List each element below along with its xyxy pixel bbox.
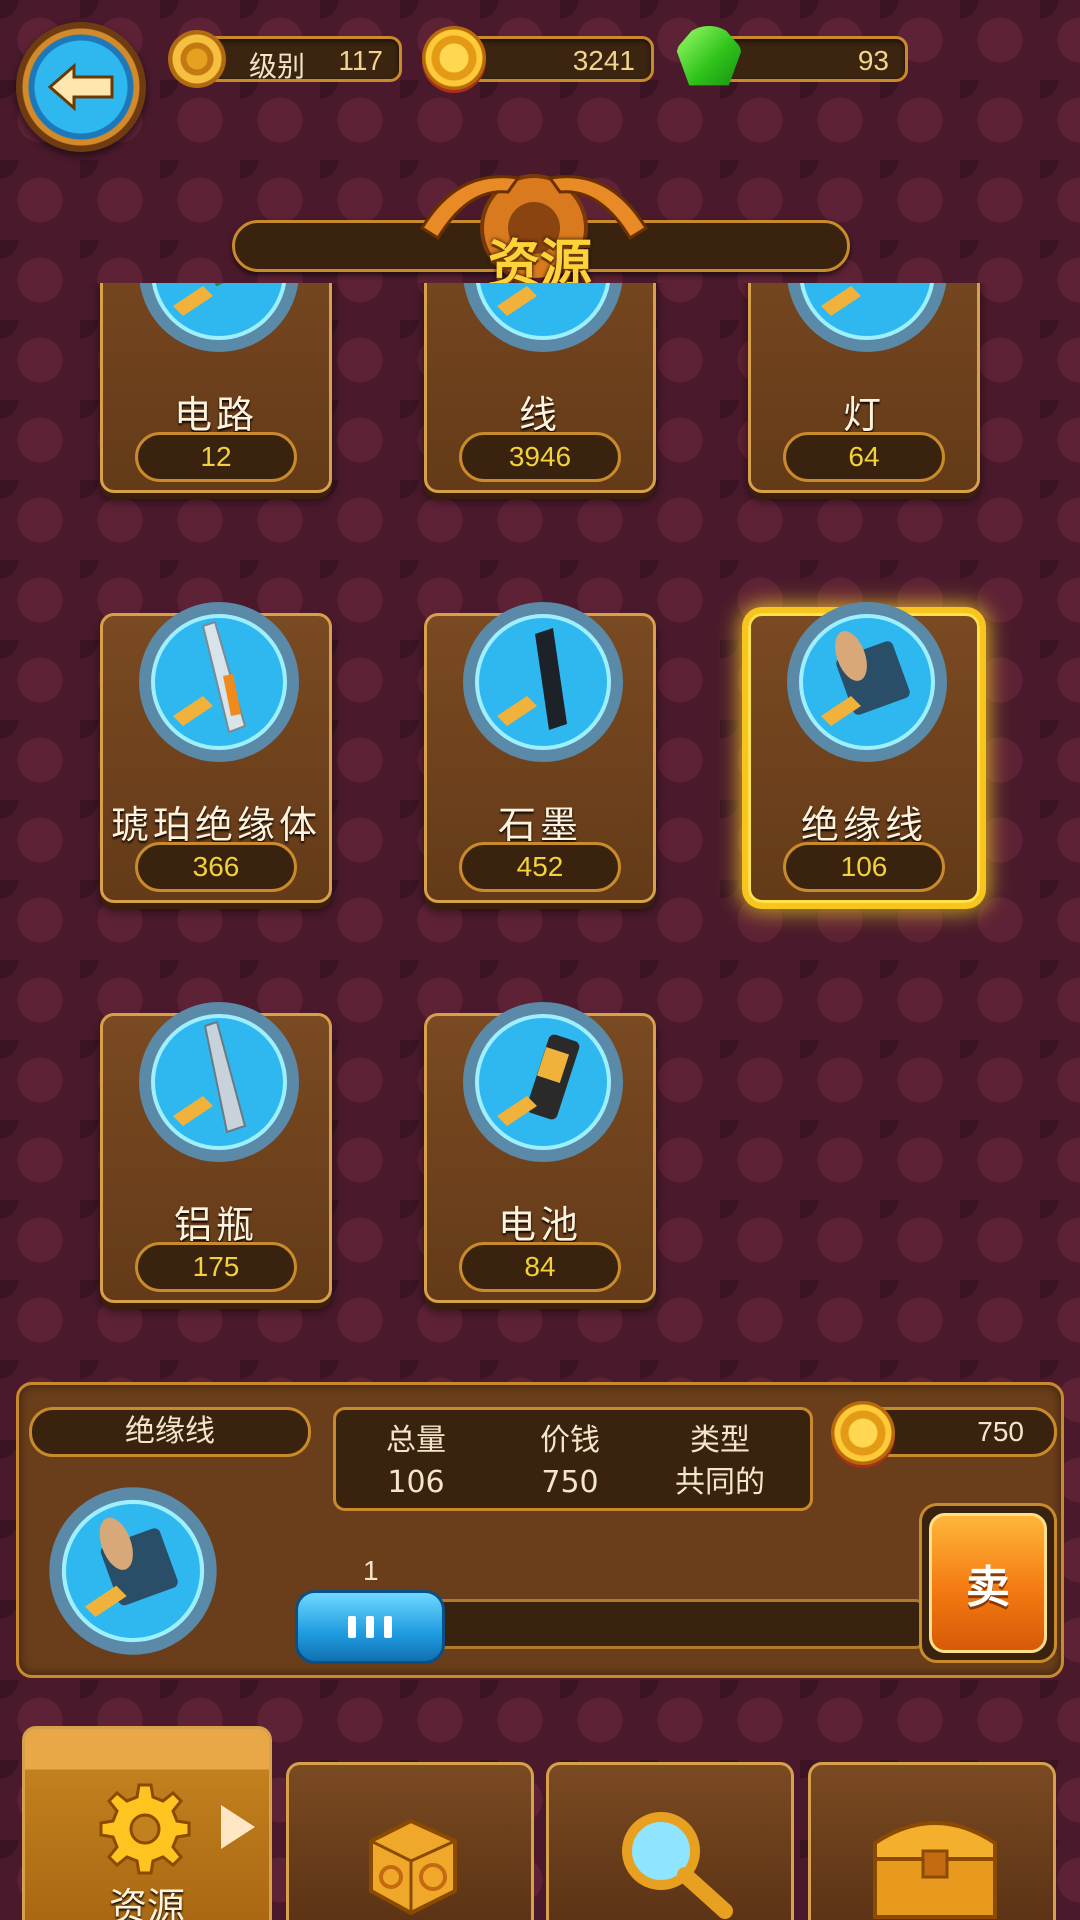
price-column: 价钱 750 [490,1420,650,1504]
total-column: 总量 106 [336,1420,496,1504]
item-name: 电池 [497,1203,582,1247]
item-count: 106 [783,842,945,892]
tab-dice[interactable] [286,1762,534,1920]
item-card[interactable]: 灯 64 [748,283,980,493]
lamp-icon [787,283,947,352]
level-label: 级别 [249,50,306,83]
sell-button[interactable]: 卖 [929,1513,1047,1653]
item-card[interactable]: 电路 12 [100,283,332,493]
quantity-value: 1 [363,1555,379,1586]
item-card-selected[interactable]: 绝缘线 106 [748,602,980,903]
item-count: 3946 [459,432,621,482]
gem-value: 93 [857,45,889,76]
grip-line [348,1616,356,1638]
tab-search[interactable] [546,1762,794,1920]
gear-icon [99,1783,191,1875]
sell-price-value: 750 [977,1416,1024,1447]
arrow-right-icon [221,1805,255,1849]
item-count: 366 [135,842,297,892]
magnifier-icon [622,1812,733,1919]
arrow-left-icon [47,62,114,112]
item-count: 175 [135,1242,297,1292]
type-label: 类型 [690,1423,750,1458]
item-card[interactable]: 铝瓶 175 [100,1002,332,1303]
item-name: 铝瓶 [173,1203,258,1247]
item-name: 绝缘线 [800,803,927,847]
item-card[interactable]: 石墨 452 [424,602,656,903]
dice-cube-icon [369,1818,457,1916]
item-count: 84 [459,1242,621,1292]
item-grid[interactable]: 电路 12 线 3946 灯 64 琥珀绝缘体 366 石墨 452 绝缘线 1… [0,283,1080,1333]
level-value: 117 [338,45,383,76]
item-count: 64 [783,432,945,482]
item-card[interactable]: 琥珀绝缘体 366 [100,602,332,903]
insulated-wire-spool-icon [49,1487,217,1655]
tab-resources-label: 资源 [108,1885,185,1920]
back-button[interactable] [16,22,146,152]
circuit-board-icon [139,283,299,352]
item-name: 琥珀绝缘体 [110,803,321,847]
item-name: 石墨 [497,803,582,847]
price-value: 750 [541,1465,599,1500]
quantity-slider-thumb[interactable] [295,1590,445,1664]
item-count: 452 [459,842,621,892]
item-info-box: 总量 106 价钱 750 类型 共同的 [333,1407,813,1511]
wire-spool-icon [463,283,623,352]
total-value: 106 [387,1465,445,1500]
total-label: 总量 [386,1423,446,1458]
item-count: 12 [135,432,297,482]
grip-line [366,1616,374,1638]
item-name: 线 [518,393,561,437]
tab-chest[interactable] [808,1762,1056,1920]
type-value: 共同的 [675,1465,765,1500]
amber-bottle-icon [139,602,299,762]
item-name: 电路 [173,393,258,437]
item-name: 灯 [842,393,885,437]
selected-item-name: 绝缘线 [29,1407,311,1457]
graphite-rod-icon [463,602,623,762]
item-card[interactable]: 电池 84 [424,1002,656,1303]
treasure-chest-icon [873,1821,997,1919]
tab-resources[interactable]: 资源 [22,1726,272,1920]
coin-icon [831,1401,895,1465]
price-label: 价钱 [540,1423,600,1458]
type-column: 类型 共同的 [640,1420,800,1504]
item-card[interactable]: 线 3946 [424,283,656,493]
coin-value: 3241 [572,45,635,76]
grip-line [384,1616,392,1638]
insulated-wire-spool-icon [787,602,947,762]
aluminum-bottle-icon [139,1002,299,1162]
coin-icon [422,26,486,90]
battery-icon [463,1002,623,1162]
level-display: 级别 117 [196,36,402,83]
detail-panel: 绝缘线 总量 106 价钱 750 类型 共同的 750 1 卖 [16,1382,1064,1678]
gear-icon [168,30,226,88]
